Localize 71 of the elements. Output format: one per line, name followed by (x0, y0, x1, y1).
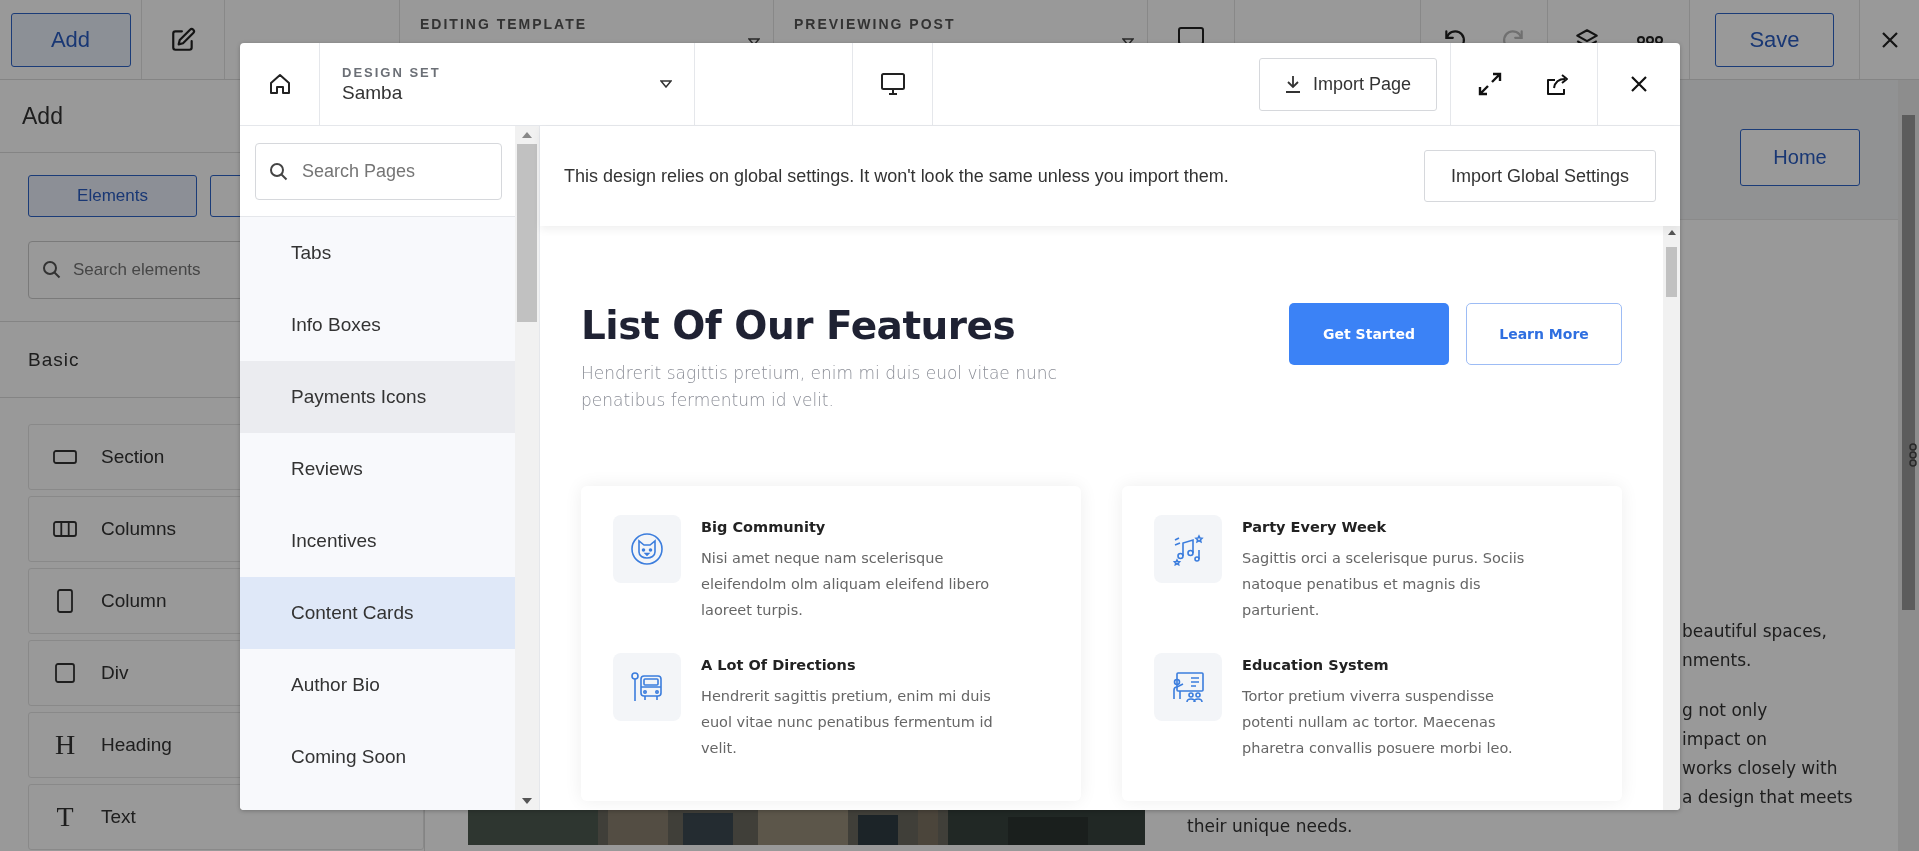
search-field[interactable]: Search Pages (255, 143, 502, 200)
caret-icon (660, 80, 672, 88)
element-label: Div (101, 662, 129, 684)
close-icon[interactable] (1879, 29, 1900, 50)
paragraph-fragment: nments. (1682, 649, 1753, 672)
bus-icon (630, 670, 664, 704)
elements-tab[interactable]: Elements (28, 175, 197, 217)
scrollbar[interactable] (515, 126, 539, 810)
close-icon[interactable] (1629, 74, 1649, 94)
teacher-board-icon (1171, 670, 1205, 704)
feature-title: Party Every Week (1242, 519, 1388, 535)
element-label: Section (101, 446, 165, 468)
columns-icon (53, 521, 77, 537)
page-list-item[interactable]: Content Cards (240, 577, 515, 649)
feature-description: Sagittis orci a scelerisque purus. Sociis natoque penatibus et magnis dis parturient. (1242, 549, 1526, 620)
paragraph-fragment: g not only (1682, 699, 1769, 722)
element-label: Column (101, 590, 167, 612)
share-icon[interactable] (1545, 72, 1571, 96)
design-set-select[interactable]: DESIGN SET Samba (320, 43, 695, 125)
scrollbar[interactable] (1898, 80, 1919, 851)
scrollbar[interactable] (1663, 226, 1680, 810)
save-button[interactable]: Save (1715, 12, 1834, 67)
learn-more-button[interactable]: Learn More (1466, 303, 1622, 365)
feature-title: Education System (1242, 657, 1390, 673)
expand-icon[interactable] (1477, 71, 1503, 97)
more-icon[interactable] (1635, 33, 1664, 46)
glyph-icon: T (53, 801, 77, 833)
paragraph-fragment: impact on (1682, 728, 1769, 751)
scroll-down-icon[interactable] (522, 798, 532, 804)
glyph-icon: H (53, 729, 77, 761)
search-icon (269, 161, 289, 182)
rectangle-icon (53, 450, 77, 464)
paragraph-fragment: a design that meets (1682, 786, 1854, 809)
cat-face-icon (630, 532, 664, 566)
get-started-button[interactable]: Get Started (1289, 303, 1449, 365)
download-icon (1284, 75, 1301, 93)
paragraph-fragment: beautiful spaces, (1682, 620, 1828, 643)
scroll-thumb[interactable] (1902, 115, 1915, 610)
page-list-item[interactable]: Payments Icons (240, 361, 515, 433)
scroll-up-icon[interactable] (522, 132, 532, 138)
template-label: EDITING TEMPLATE (420, 16, 588, 32)
resize-handle-icon[interactable] (1908, 442, 1918, 468)
scroll-thumb[interactable] (1666, 247, 1677, 297)
square-icon (53, 663, 77, 683)
edit-icon[interactable] (170, 26, 196, 53)
paragraph-fragment: works closely with (1682, 757, 1839, 780)
element-label: Columns (101, 518, 176, 540)
caret-icon[interactable] (748, 38, 760, 46)
add-button[interactable]: Add (10, 12, 131, 67)
paragraph-line: their unique needs. (1187, 815, 1354, 838)
feature-description: Nisi amet neque nam scelerisque eleifendolm olm aliquam eleifend libero laoreet turpis. (701, 549, 991, 620)
caret-icon[interactable] (1122, 38, 1134, 46)
import-global-settings-button[interactable]: Import Global Settings (1424, 150, 1656, 202)
import-page-button[interactable]: Import Page (1259, 57, 1437, 111)
notice-text: This design relies on global settings. It won't look the same unless you import them. (564, 165, 1229, 187)
element-label: Heading (101, 734, 172, 756)
scroll-up-icon[interactable] (1667, 230, 1676, 235)
feature-title: Big Community (701, 519, 827, 535)
home-icon[interactable] (267, 72, 292, 96)
feature-title: A Lot Of Directions (701, 657, 857, 673)
feature-description: Tortor pretium viverra suspendisse potenti nullam ac tortor. Maecenas pharetra convallis posuere morbi leo. (1242, 687, 1514, 758)
home-button[interactable]: Home (1740, 129, 1860, 186)
preview-heading: List Of Our Features (581, 303, 1017, 348)
preview-post-label: PREVIEWING POST (794, 16, 956, 32)
search-icon (42, 260, 62, 280)
preview-subtitle: Hendrerit sagittis pretium, enim mi duis euol vitae nunc penatibus fermentum id velit. (581, 362, 1058, 412)
feature-description: Hendrerit sagittis pretium, enim mi duis euol vitae nunc penatibus fermentum id velit. (701, 687, 994, 758)
music-notes-icon (1171, 532, 1205, 566)
scroll-thumb[interactable] (517, 144, 537, 322)
element-label: Text (101, 806, 136, 828)
monitor-icon[interactable] (879, 72, 906, 96)
